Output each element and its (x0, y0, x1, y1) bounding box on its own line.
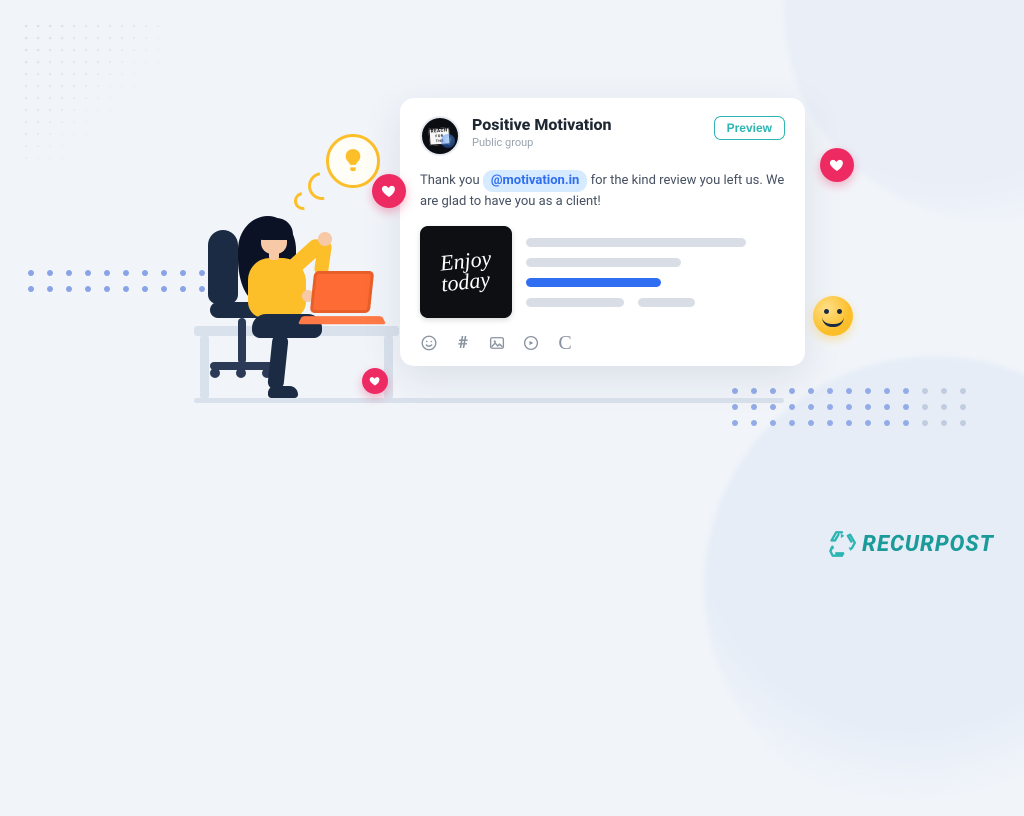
group-subtitle: Public group (472, 136, 702, 149)
composer-toolbar: # C (420, 334, 785, 352)
recycle-icon (828, 530, 856, 558)
placeholder-link-line (526, 278, 661, 287)
heart-reaction-icon (820, 148, 854, 182)
placeholder-line (526, 258, 681, 267)
thumb-line-2: today (439, 270, 492, 296)
bg-blob-top-right (784, 0, 1024, 220)
decor-dots-left (28, 270, 205, 292)
smiley-reaction-icon (813, 296, 853, 336)
hashtag-icon[interactable]: # (454, 334, 472, 352)
bg-dot-grid (25, 25, 165, 165)
illustration-laptop (300, 277, 384, 333)
image-icon[interactable] (488, 334, 506, 352)
video-icon[interactable] (522, 334, 540, 352)
placeholder-line (526, 238, 746, 247)
heart-reaction-icon (372, 174, 406, 208)
placeholder-line (638, 298, 695, 307)
lightbulb-icon (326, 134, 380, 188)
post-text-before: Thank you (420, 173, 483, 188)
heart-reaction-icon (362, 368, 388, 394)
post-composer-card: REACH FOR THE Positive Motivation Public… (400, 98, 805, 366)
mention-chip[interactable]: @motivation.in (483, 170, 588, 192)
link-preview: Enjoy today (420, 226, 785, 318)
post-text[interactable]: Thank you @motivation.in for the kind re… (420, 170, 785, 212)
decor-dots-bottom-right (732, 388, 966, 426)
placeholder-line (526, 298, 624, 307)
link-placeholder-lines (526, 238, 785, 307)
group-avatar[interactable]: REACH FOR THE (420, 116, 460, 156)
preview-button[interactable]: Preview (714, 116, 785, 140)
group-name[interactable]: Positive Motivation (472, 116, 702, 134)
link-thumbnail[interactable]: Enjoy today (420, 226, 512, 318)
emoji-icon[interactable] (420, 334, 438, 352)
brand-name: RECURPOST (862, 532, 994, 557)
canva-icon[interactable]: C (556, 334, 574, 352)
brand-logo[interactable]: RECURPOST (828, 530, 994, 558)
avatar-text-3: THE (432, 139, 449, 144)
